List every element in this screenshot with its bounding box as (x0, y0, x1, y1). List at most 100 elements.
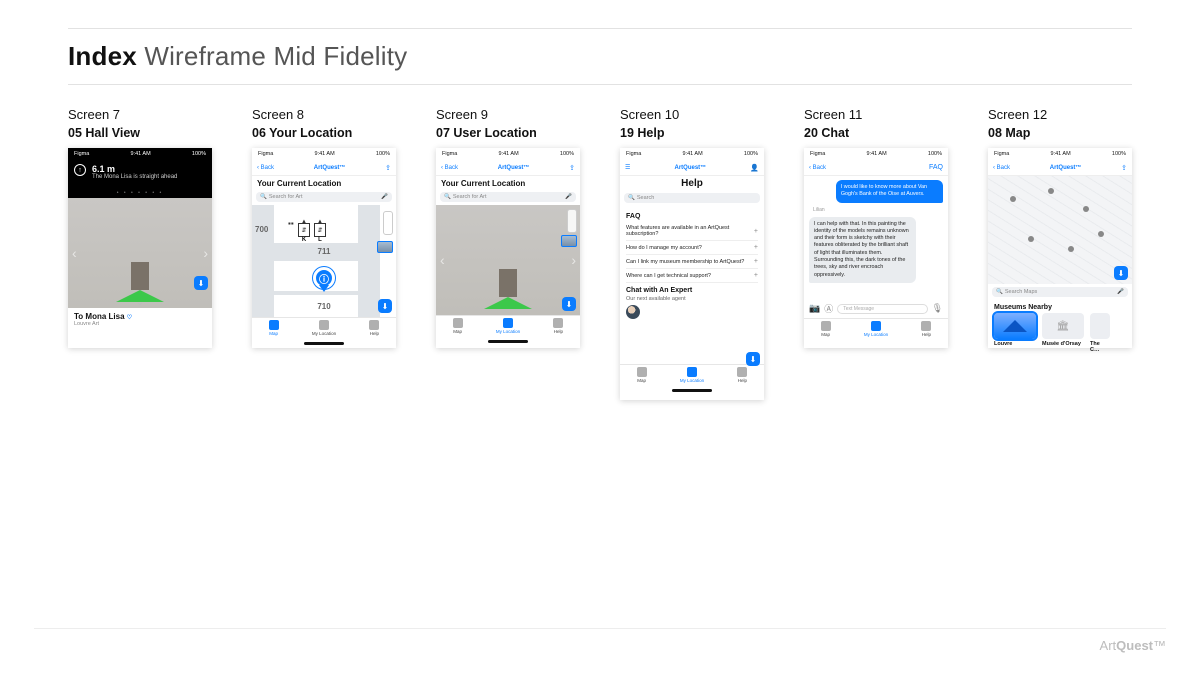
chevron-right-icon[interactable]: › (571, 252, 576, 268)
city-map[interactable]: ⬇ (988, 176, 1132, 284)
status-bar: Figma9:41 AM100% (620, 148, 764, 160)
tab-help[interactable]: Help (553, 318, 563, 334)
profile-icon[interactable]: 👤 (750, 164, 759, 172)
search-input[interactable]: 🔍 Search for Art 🎤 (256, 192, 392, 202)
faq-link[interactable]: FAQ (929, 164, 943, 171)
museum-card[interactable]: 🏛 Musée d'Orsay (1042, 313, 1084, 353)
tab-map[interactable]: Map (637, 367, 647, 383)
home-indicator[interactable] (436, 337, 580, 345)
screen-name: 06 Your Location (252, 126, 396, 140)
screen-card: Screen 8 06 Your Location Figma9:41 AM10… (252, 107, 396, 400)
download-fab[interactable]: ⬇ (562, 297, 576, 311)
museum-card[interactable]: Louvre (994, 313, 1036, 353)
expand-icon: + (754, 244, 758, 251)
back-button[interactable]: ‹ Back (441, 165, 458, 171)
tab-my-location[interactable]: My Location (864, 321, 888, 337)
search-icon: 🔍 (444, 194, 451, 200)
chat-thread[interactable]: I would like to know more about Van Gogh… (804, 176, 948, 300)
home-indicator[interactable] (620, 386, 764, 394)
room-label: 710 (317, 302, 330, 311)
appstore-icon[interactable]: Ⓐ (824, 302, 833, 315)
tab-bar: Map My Location Help (436, 315, 580, 337)
chevron-left-icon[interactable]: ‹ (72, 245, 77, 261)
message-input[interactable]: Text Message (837, 304, 927, 314)
nav-bar: ☰ ArtQuest™ 👤 (620, 160, 764, 176)
screen-name: 07 User Location (436, 126, 580, 140)
tab-help[interactable]: Help (369, 320, 379, 336)
hall-photo[interactable]: ‹ › ⬇ (436, 205, 580, 315)
tab-help[interactable]: Help (921, 321, 931, 337)
tab-my-location[interactable]: My Location (312, 320, 336, 336)
faq-item[interactable]: What features are available in an ArtQue… (626, 222, 758, 241)
chat-subtext: Our next available agent (626, 296, 758, 302)
chat-bubble-outgoing: I would like to know more about Van Gogh… (836, 180, 943, 203)
screen-name: 05 Hall View (68, 126, 212, 140)
tab-my-location[interactable]: My Location (680, 367, 704, 383)
screen-heading: Help (620, 176, 764, 193)
screen-label: Screen 10 (620, 107, 764, 122)
photo-thumbnail[interactable] (561, 235, 577, 247)
museum-card[interactable]: The C… (1090, 313, 1110, 353)
agent-avatar[interactable] (626, 305, 640, 319)
elevator-icon[interactable]: ▲⇵K (298, 223, 310, 237)
screen-label: Screen 7 (68, 107, 212, 122)
faq-item[interactable]: Can I link my museum membership to ArtQu… (626, 255, 758, 269)
user-location-pin[interactable]: ⓘ (313, 267, 335, 289)
screen-card: Screen 10 19 Help Figma9:41 AM100% ☰ Art… (620, 107, 764, 400)
museum-carousel[interactable]: Louvre 🏛 Musée d'Orsay The C… (988, 313, 1132, 357)
download-fab[interactable]: ⬇ (746, 352, 760, 366)
tab-map[interactable]: Map (821, 321, 831, 337)
screen-label: Screen 11 (804, 107, 948, 122)
chevron-left-icon[interactable]: ‹ (440, 252, 445, 268)
faq-item[interactable]: Where can I get technical support?+ (626, 269, 758, 283)
back-button[interactable]: ‹ Back (993, 165, 1010, 171)
chevron-right-icon[interactable]: › (203, 245, 208, 261)
download-fab[interactable]: ⬇ (1114, 266, 1128, 280)
tab-my-location[interactable]: My Location (496, 318, 520, 334)
faq-item[interactable]: How do I manage my account?+ (626, 241, 758, 255)
back-button[interactable]: ‹ Back (257, 165, 274, 171)
hall-photo[interactable]: ‹ › ⌄ ⬇ (68, 198, 212, 308)
mic-icon[interactable]: 🎤 (565, 194, 572, 200)
mic-icon[interactable]: 🎤 (381, 194, 388, 200)
floor-plan[interactable]: 700 711 710 ▪▪ ▲⇵K ▲⇵L ⓘ ⬇ (252, 205, 396, 317)
search-input[interactable]: 🔍 Search Maps 🎤 (992, 287, 1128, 297)
screen-heading: Your Current Location (252, 176, 396, 192)
search-input[interactable]: 🔍 Search for Art 🎤 (440, 192, 576, 202)
screen-label: Screen 8 (252, 107, 396, 122)
mic-icon[interactable]: 🎤 (1117, 289, 1124, 295)
tab-help[interactable]: Help (737, 367, 747, 383)
map-controls[interactable] (383, 211, 393, 235)
page-dots[interactable]: • • • • • • • (68, 190, 212, 198)
message-composer: 📷 Ⓐ Text Message 🎙 (804, 300, 948, 318)
chat-heading: Chat with An Expert (626, 287, 758, 294)
search-icon: 🔍 (628, 195, 635, 201)
download-fab[interactable]: ⬇ (378, 299, 392, 313)
section-heading: Museums Nearby (988, 300, 1132, 313)
screen-name: 08 Map (988, 126, 1132, 140)
photo-thumbnail[interactable] (377, 241, 393, 253)
tab-map[interactable]: Map (453, 318, 463, 334)
share-icon[interactable]: ⇪ (385, 164, 391, 172)
direction-icon: ↑ (74, 164, 86, 176)
status-bar: Figma9:41 AM100% (436, 148, 580, 160)
app-brand: ArtQuest™ (1050, 165, 1082, 171)
map-controls[interactable] (567, 209, 577, 233)
screen-card: Screen 11 20 Chat Figma9:41 AM100% ‹ Bac… (804, 107, 948, 400)
drag-handle-icon[interactable]: ⌄ (136, 297, 144, 308)
tab-bar: Map My Location Help (620, 364, 764, 386)
elevator-icon[interactable]: ▲⇵L (314, 223, 326, 237)
home-indicator[interactable] (252, 339, 396, 347)
share-icon[interactable]: ⇪ (1121, 164, 1127, 172)
menu-icon[interactable]: ☰ (625, 164, 630, 171)
tab-bar: Map My Location Help (252, 317, 396, 339)
status-bar: Figma9:41 AM100% (804, 148, 948, 160)
tab-map[interactable]: Map (269, 320, 279, 336)
back-button[interactable]: ‹ Back (809, 165, 826, 171)
screen-label: Screen 9 (436, 107, 580, 122)
download-fab[interactable]: ⬇ (194, 276, 208, 290)
camera-icon[interactable]: 📷 (809, 303, 820, 314)
share-icon[interactable]: ⇪ (569, 164, 575, 172)
search-input[interactable]: 🔍 Search (624, 193, 760, 203)
mic-icon[interactable]: 🎙 (932, 303, 943, 314)
